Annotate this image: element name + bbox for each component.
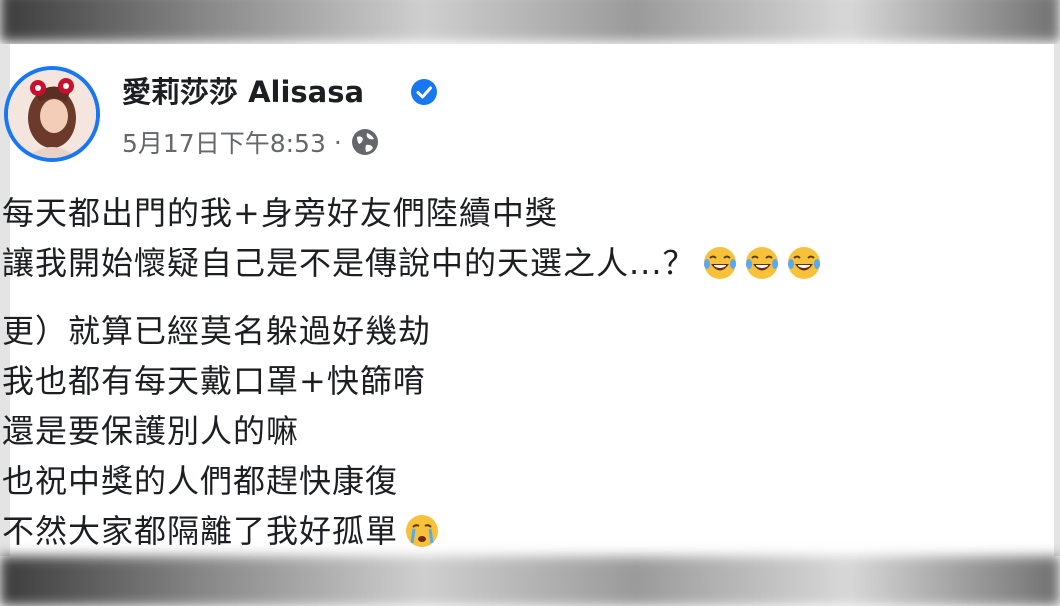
- verified-badge-icon: [411, 79, 437, 105]
- tears-of-joy-emoji: [787, 247, 820, 279]
- author-avatar[interactable]: [4, 66, 100, 162]
- paragraph-2: 更）就算已經莫名躲過好幾劫 我也都有每天戴口罩+快篩唷 還是要保護別人的嘛 也祝…: [2, 306, 1042, 556]
- post-line: 我也都有每天戴口罩+快篩唷: [2, 356, 1042, 406]
- post-line-text: 不然大家都隔離了我好孤單: [2, 512, 399, 550]
- globe-icon[interactable]: [350, 127, 380, 157]
- post-timestamp[interactable]: 5月17日下午8:53: [122, 124, 326, 160]
- avatar-photo: [8, 70, 96, 158]
- post-line-text: 也祝中獎的人們都趕快康復: [2, 462, 399, 500]
- author-name[interactable]: 愛莉莎莎 Alisasa: [122, 74, 364, 110]
- post-line: 也祝中獎的人們都趕快康復: [2, 456, 1042, 506]
- post-line: 更）就算已經莫名躲過好幾劫: [2, 306, 1042, 356]
- crying-emoji: [406, 515, 439, 547]
- blurred-background-top: [0, 0, 1060, 42]
- post-line-text: 更）就算已經莫名躲過好幾劫: [2, 312, 432, 350]
- paragraph-1: 每天都出門的我+身旁好友們陸續中獎 讓我開始懷疑自己是不是傳說中的天選之人...…: [2, 188, 1042, 288]
- meta-separator: ·: [333, 127, 342, 157]
- post-line: 每天都出門的我+身旁好友們陸續中獎: [2, 188, 1042, 238]
- post-line: 不然大家都隔離了我好孤單: [2, 506, 1042, 556]
- post-line: 讓我開始懷疑自己是不是傳說中的天選之人...？: [2, 238, 1042, 288]
- tears-of-joy-emoji: [745, 247, 778, 279]
- post-line: 還是要保護別人的嘛: [2, 406, 1042, 456]
- post-meta: 5月17日下午8:53 ·: [122, 124, 380, 160]
- post-line-text: 每天都出門的我+身旁好友們陸續中獎: [2, 194, 558, 232]
- blurred-background-bottom: [0, 556, 1060, 606]
- post-line-text: 我也都有每天戴口罩+快篩唷: [2, 362, 426, 400]
- tears-of-joy-emoji: [703, 247, 736, 279]
- post-body: 每天都出門的我+身旁好友們陸續中獎 讓我開始懷疑自己是不是傳說中的天選之人...…: [2, 188, 1042, 556]
- post-line-text: 還是要保護別人的嘛: [2, 412, 300, 450]
- post-line-text: 讓我開始懷疑自己是不是傳說中的天選之人...？: [2, 244, 696, 282]
- post-edge-right: [1054, 44, 1060, 556]
